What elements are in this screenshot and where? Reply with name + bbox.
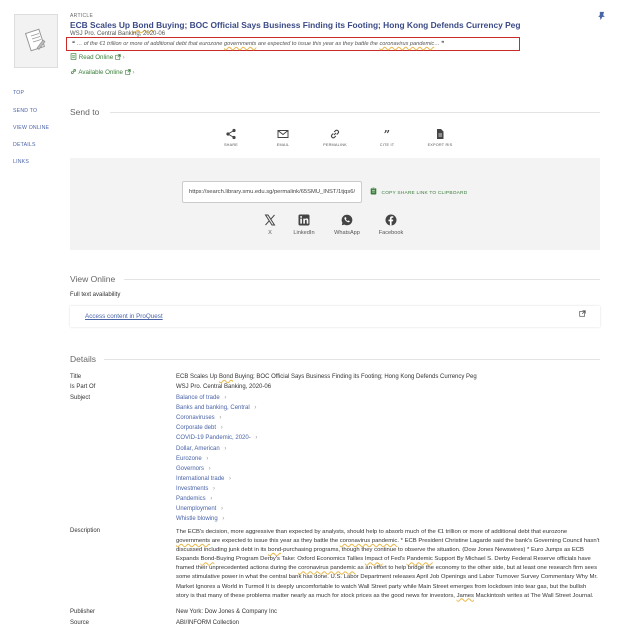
publisher-label: Publisher	[70, 609, 96, 615]
source-value: ABI/INFORM Collection	[176, 620, 240, 626]
subject-link[interactable]: Coronaviruses ›	[176, 415, 221, 421]
file-icon	[437, 129, 444, 139]
subject-link[interactable]: International trade ›	[176, 476, 231, 482]
publisher-value: New York: Dow Jones & Company Inc	[176, 609, 278, 615]
chevron-right-icon: ›	[227, 475, 232, 482]
subject-link[interactable]: Corporate debt ›	[176, 425, 223, 431]
side-nav-view-online[interactable]: VIEW ONLINE	[13, 125, 49, 131]
proquest-access-link[interactable]: Access content in ProQuest	[85, 313, 163, 320]
send-to-heading: Send to	[70, 107, 100, 117]
close-quote-icon: ❞	[441, 41, 445, 47]
chevron-right-icon: ›	[208, 496, 213, 502]
link-icon	[330, 129, 340, 139]
linkedin-icon	[298, 214, 310, 226]
quote-icon: ”	[384, 128, 391, 140]
subject-link[interactable]: Dollar, American ›	[176, 446, 226, 452]
chevron-right-icon: ›	[253, 435, 258, 442]
chevron-right-icon: ›	[219, 425, 223, 432]
whatsapp-icon	[341, 214, 353, 226]
external-link-icon[interactable]	[579, 310, 586, 317]
record-snippet: ❝ … of the €1 trillion or more of additi…	[72, 41, 445, 47]
email-action-button[interactable]: EMAIL	[263, 128, 303, 147]
chevron-right-icon: ›	[211, 485, 216, 492]
share-whatsapp-button[interactable]: WhatsApp	[327, 214, 367, 236]
side-nav-details[interactable]: DETAILS	[13, 142, 36, 148]
export-ris-action-button[interactable]: EXPORT RIS	[420, 128, 460, 147]
subject-label: Subject	[70, 395, 91, 401]
subject-link[interactable]: COVID-19 Pandemic, 2020- ›	[176, 435, 257, 441]
subject-link[interactable]: Whistle blowing ›	[176, 516, 224, 522]
title-label: Title	[70, 374, 82, 380]
record-title[interactable]: ECB Scales Up Bond Buying; BOC Official …	[70, 20, 520, 30]
chevron-right-icon: ›	[222, 395, 227, 401]
details-heading: Details	[70, 354, 96, 364]
share-action-button[interactable]: SHARE	[211, 128, 251, 147]
cite-it-action-button[interactable]: ” CITE IT	[367, 128, 407, 147]
section-divider	[124, 279, 600, 280]
facebook-icon	[385, 214, 397, 226]
chevron-right-icon: ›	[217, 415, 222, 422]
record-type-label: ARTICLE	[70, 13, 94, 19]
open-quote-icon: ❝	[72, 41, 76, 47]
is-part-of-value: WSJ Pro. Central Banking, 2020-06	[176, 384, 272, 390]
link-icon	[70, 68, 77, 75]
side-nav-top[interactable]: TOP	[13, 90, 24, 96]
x-icon	[264, 214, 276, 226]
external-link-icon	[125, 69, 131, 75]
chevron-right-icon: ›	[207, 465, 211, 472]
chevron-right-icon: ›	[122, 54, 125, 61]
document-icon	[70, 53, 77, 60]
pin-icon[interactable]	[597, 11, 606, 21]
section-divider	[104, 359, 600, 360]
subject-link[interactable]: Governors ›	[176, 466, 211, 472]
source-label: Source	[70, 620, 90, 626]
share-panel	[70, 158, 600, 250]
is-part-of-label: Is Part Of	[70, 384, 96, 390]
chevron-right-icon: ›	[222, 445, 227, 452]
share-icon	[226, 128, 236, 140]
subject-link[interactable]: Balance of trade ›	[176, 395, 226, 401]
subject-link[interactable]: Pandemics ›	[176, 496, 212, 502]
description-value: The ECB's decision, more aggressive than…	[176, 529, 600, 599]
chevron-right-icon: ›	[220, 516, 225, 523]
chevron-right-icon: ›	[219, 506, 224, 513]
title-value: ECB Scales Up Bond Buying; BOC Official …	[176, 374, 477, 380]
external-link-icon	[115, 54, 121, 60]
email-icon	[277, 130, 289, 138]
available-online-link[interactable]: Available Online ›	[70, 68, 135, 76]
section-divider	[110, 112, 600, 113]
view-online-heading: View Online	[70, 274, 116, 284]
subject-link[interactable]: Banks and banking, Central ›	[176, 405, 256, 411]
chevron-right-icon: ›	[204, 455, 209, 462]
share-linkedin-button[interactable]: LinkedIn	[284, 214, 324, 236]
read-online-link[interactable]: Read Online ›	[70, 53, 125, 61]
share-facebook-button[interactable]: Facebook	[371, 214, 411, 236]
svg-text:”: ”	[384, 128, 391, 140]
permalink-input[interactable]	[182, 181, 362, 203]
side-nav-links[interactable]: LINKS	[13, 159, 29, 165]
chevron-right-icon: ›	[132, 69, 135, 76]
subject-link[interactable]: Investments ›	[176, 486, 215, 492]
permalink-action-button[interactable]: PERMALINK	[315, 128, 355, 147]
copy-link-button[interactable]: COPY SHARE LINK TO CLIPBOARD	[370, 187, 467, 196]
clipboard-icon	[370, 187, 377, 195]
full-text-availability-label: Full text availability	[70, 292, 121, 298]
subject-link[interactable]: Unemployment ›	[176, 506, 223, 512]
description-label: Description	[70, 528, 101, 534]
chevron-right-icon: ›	[252, 405, 257, 412]
side-nav-send-to[interactable]: SEND TO	[13, 108, 37, 114]
article-thumbnail-icon	[14, 14, 58, 68]
subject-link[interactable]: Eurozone ›	[176, 456, 208, 462]
